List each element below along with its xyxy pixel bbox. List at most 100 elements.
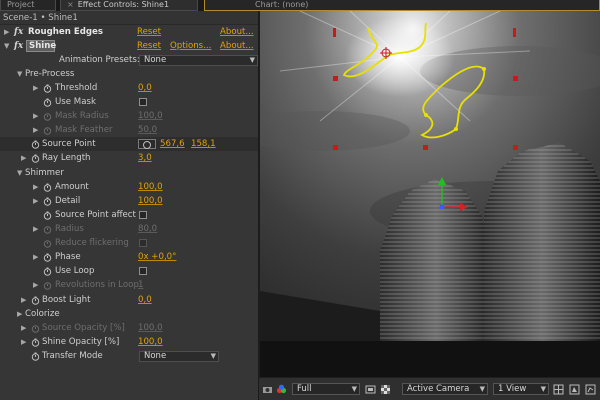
panel-tab-bar: Project × Effect Controls: Shine1 Chart: … bbox=[0, 0, 600, 11]
camera-snapshot-icon[interactable] bbox=[262, 384, 273, 395]
use-mask-checkbox[interactable] bbox=[139, 98, 147, 106]
effect-name: Roughen Edges bbox=[28, 27, 103, 37]
expand-arrow-icon[interactable]: ▶ bbox=[4, 25, 9, 39]
source-point-affect-checkbox[interactable] bbox=[139, 211, 147, 219]
fx-icon[interactable]: fx bbox=[14, 39, 23, 53]
source-point-x-value[interactable]: 567,6 bbox=[160, 137, 185, 151]
stopwatch-icon[interactable] bbox=[43, 253, 52, 262]
animation-presets-value: None bbox=[144, 55, 167, 65]
property-label: Source Point bbox=[42, 139, 96, 149]
camera-view-value: Active Camera bbox=[407, 384, 470, 394]
stopwatch-icon[interactable] bbox=[43, 84, 52, 93]
composition-canvas bbox=[260, 11, 600, 377]
threshold-value[interactable]: 0,0 bbox=[138, 81, 152, 95]
source-opacity-value: 100,0 bbox=[138, 323, 163, 333]
expand-arrow-icon: ▶ bbox=[21, 324, 27, 332]
stopwatch-icon[interactable] bbox=[31, 296, 40, 305]
group-label: Pre-Process bbox=[25, 69, 75, 79]
fx-icon[interactable]: fx bbox=[14, 25, 23, 39]
property-label: Revolutions in Loop bbox=[55, 280, 139, 290]
animation-presets-row: Animation Presets: None ▼ bbox=[0, 53, 258, 67]
expand-arrow-icon[interactable]: ▶ bbox=[21, 335, 26, 349]
use-loop-checkbox[interactable] bbox=[139, 267, 147, 275]
stopwatch-icon[interactable] bbox=[31, 338, 40, 347]
expand-arrow-icon[interactable]: ▶ bbox=[33, 194, 38, 208]
expand-arrow-icon: ▶ bbox=[33, 225, 39, 233]
stopwatch-icon[interactable] bbox=[31, 352, 40, 361]
tab-effect-controls-label: Effect Controls: Shine1 bbox=[77, 0, 170, 9]
effect-row-shine[interactable]: ▼ fx Shine Reset Options... About... bbox=[0, 39, 258, 53]
tab-effect-controls[interactable]: × Effect Controls: Shine1 bbox=[60, 0, 198, 11]
reset-link[interactable]: Reset bbox=[137, 39, 161, 53]
stopwatch-icon[interactable] bbox=[31, 154, 40, 163]
color-channels-icon[interactable] bbox=[276, 384, 287, 395]
property-phase: ▶ Phase 0x +0,0° bbox=[0, 250, 258, 264]
about-link[interactable]: About... bbox=[220, 25, 254, 39]
timeline-icon[interactable] bbox=[585, 384, 596, 395]
expand-arrow-icon[interactable]: ▶ bbox=[17, 307, 22, 321]
property-label: Amount bbox=[55, 182, 89, 192]
crosshair-target-icon[interactable] bbox=[138, 139, 156, 149]
ray-length-value[interactable]: 3,0 bbox=[138, 151, 152, 165]
group-pre-process[interactable]: ▼ Pre-Process bbox=[0, 67, 258, 81]
expand-arrow-icon[interactable]: ▶ bbox=[21, 293, 26, 307]
property-label: Source Opacity [%] bbox=[42, 323, 125, 333]
group-colorize[interactable]: ▶ Colorize bbox=[0, 307, 258, 321]
chevron-down-icon: ▼ bbox=[540, 385, 546, 393]
expand-arrow-icon[interactable]: ▶ bbox=[21, 151, 26, 165]
transfer-mode-dropdown[interactable]: None ▼ bbox=[139, 351, 219, 362]
property-label: Detail bbox=[55, 196, 81, 206]
expand-arrow-icon[interactable]: ▶ bbox=[33, 81, 38, 95]
breadcrumb: Scene-1 • Shine1 bbox=[0, 11, 258, 25]
effect-row-roughen-edges[interactable]: ▶ fx Roughen Edges Reset About... bbox=[0, 25, 258, 39]
stopwatch-icon[interactable] bbox=[43, 98, 52, 107]
source-point-y-value[interactable]: 158,1 bbox=[191, 137, 216, 151]
collapse-arrow-icon[interactable]: ▼ bbox=[4, 39, 9, 53]
expand-arrow-icon[interactable]: ▶ bbox=[33, 250, 38, 264]
phase-value[interactable]: 0x +0,0° bbox=[138, 250, 176, 264]
stopwatch-icon bbox=[43, 226, 52, 234]
group-shimmer[interactable]: ▼ Shimmer bbox=[0, 166, 258, 180]
property-detail: ▶ Detail 100,0 bbox=[0, 194, 258, 208]
property-label: Use Mask bbox=[55, 97, 96, 107]
property-label: Radius bbox=[55, 224, 84, 234]
animation-presets-dropdown[interactable]: None ▼ bbox=[139, 55, 258, 66]
resolution-dropdown[interactable]: Full ▼ bbox=[292, 383, 360, 395]
stopwatch-icon[interactable] bbox=[43, 183, 52, 192]
expand-arrow-icon: ▶ bbox=[33, 281, 39, 289]
property-boost-light: ▶ Boost Light 0,0 bbox=[0, 293, 258, 307]
shine-glow bbox=[345, 17, 455, 97]
collapse-arrow-icon[interactable]: ▼ bbox=[17, 67, 22, 81]
boost-light-value[interactable]: 0,0 bbox=[138, 293, 152, 307]
tab-composition[interactable]: Chart: (none) bbox=[204, 0, 600, 11]
stopwatch-icon[interactable] bbox=[31, 140, 40, 149]
property-transfer-mode: Transfer Mode None ▼ bbox=[0, 349, 258, 363]
reset-link[interactable]: Reset bbox=[137, 25, 161, 39]
collapse-arrow-icon[interactable]: ▼ bbox=[17, 166, 22, 180]
fast-previews-icon[interactable] bbox=[569, 384, 580, 395]
animation-presets-label: Animation Presets: bbox=[59, 55, 140, 65]
region-of-interest-icon[interactable] bbox=[365, 384, 376, 395]
property-mask-feather: ▶ Mask Feather 50,0 bbox=[0, 123, 258, 137]
group-label: Shimmer bbox=[25, 168, 64, 178]
property-label: Transfer Mode bbox=[42, 351, 103, 361]
detail-value[interactable]: 100,0 bbox=[138, 194, 163, 208]
property-ray-length: ▶ Ray Length 3,0 bbox=[0, 151, 258, 165]
about-link[interactable]: About... bbox=[220, 39, 254, 53]
composition-viewer[interactable] bbox=[260, 11, 600, 377]
stopwatch-icon[interactable] bbox=[43, 211, 52, 220]
tab-project[interactable]: Project bbox=[0, 0, 56, 11]
transparency-grid-icon[interactable] bbox=[380, 384, 391, 395]
view-layout-dropdown[interactable]: 1 View ▼ bbox=[493, 383, 549, 395]
mask-radius-value: 100,0 bbox=[138, 111, 163, 121]
stopwatch-icon[interactable] bbox=[43, 197, 52, 206]
amount-value[interactable]: 100,0 bbox=[138, 180, 163, 194]
close-icon[interactable]: × bbox=[67, 0, 74, 9]
toggle-pixel-aspect-icon[interactable] bbox=[553, 384, 564, 395]
stopwatch-icon[interactable] bbox=[43, 267, 52, 276]
property-mask-radius: ▶ Mask Radius 100,0 bbox=[0, 109, 258, 123]
expand-arrow-icon[interactable]: ▶ bbox=[33, 180, 38, 194]
camera-view-dropdown[interactable]: Active Camera ▼ bbox=[402, 383, 488, 395]
shine-opacity-value[interactable]: 100,0 bbox=[138, 335, 163, 349]
options-link[interactable]: Options... bbox=[170, 39, 211, 53]
